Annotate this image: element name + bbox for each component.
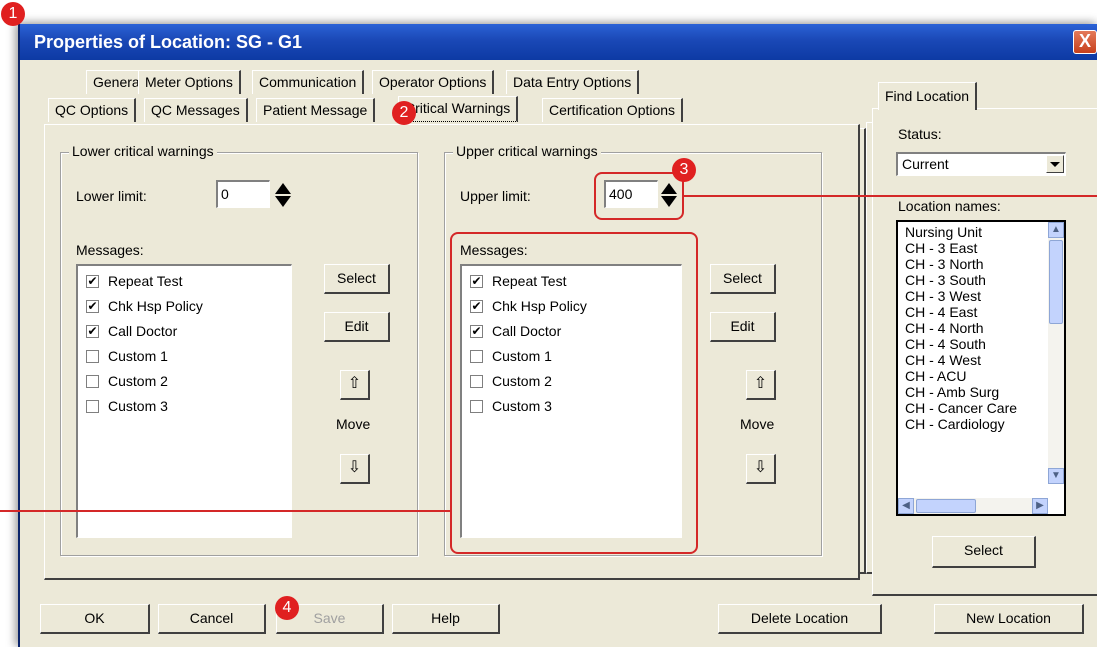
checkbox-icon[interactable]: ✔ bbox=[86, 299, 99, 313]
arrow-down-icon: ⇩ bbox=[753, 459, 768, 476]
location-list-item[interactable]: CH - 4 West bbox=[898, 352, 1048, 368]
checkbox-icon[interactable]: ✔ bbox=[86, 324, 99, 338]
lower-message-item[interactable]: Custom 3 bbox=[86, 395, 168, 417]
lower-select-button[interactable]: Select bbox=[324, 264, 390, 294]
lower-message-item[interactable]: ✔ Chk Hsp Policy bbox=[86, 295, 203, 317]
message-label: Chk Hsp Policy bbox=[108, 298, 203, 314]
arrow-down-icon: ⇩ bbox=[347, 459, 362, 476]
tab-meter-options[interactable]: Meter Options bbox=[138, 70, 241, 94]
location-names-items: Nursing Unit CH - 3 East CH - 3 North CH - … bbox=[898, 224, 1048, 486]
lower-message-item[interactable]: Custom 2 bbox=[86, 370, 168, 392]
callout-badge-4: 4 bbox=[275, 596, 299, 620]
lower-limit-input[interactable]: 0 bbox=[216, 180, 270, 208]
location-list-item[interactable]: CH - 4 South bbox=[898, 336, 1048, 352]
message-label: Custom 3 bbox=[108, 398, 168, 414]
location-names-list[interactable]: Nursing Unit CH - 3 East CH - 3 North CH - … bbox=[896, 220, 1066, 516]
location-list-item[interactable]: CH - Cancer Care bbox=[898, 400, 1048, 416]
tab-communication[interactable]: Communication bbox=[252, 70, 365, 94]
location-list-item[interactable]: CH - 3 North bbox=[898, 256, 1048, 272]
tab-data-entry-options[interactable]: Data Entry Options bbox=[506, 70, 640, 94]
lower-messages-label: Messages: bbox=[76, 242, 144, 258]
message-label: Call Doctor bbox=[108, 323, 178, 339]
message-label: Repeat Test bbox=[108, 273, 183, 289]
upper-move-label: Move bbox=[740, 416, 775, 432]
upper-move-down-button[interactable]: ⇩ bbox=[746, 454, 776, 484]
location-list-item[interactable]: CH - 3 West bbox=[898, 288, 1048, 304]
lower-message-item[interactable]: ✔ Repeat Test bbox=[86, 270, 182, 292]
ok-button[interactable]: OK bbox=[40, 604, 150, 634]
lower-message-item[interactable]: ✔ Call Doctor bbox=[86, 320, 177, 342]
lower-move-down-button[interactable]: ⇩ bbox=[340, 454, 370, 484]
upper-select-button[interactable]: Select bbox=[710, 264, 776, 294]
location-horizontal-scrollbar[interactable]: ◀ ▶ bbox=[898, 498, 1048, 514]
close-icon: X bbox=[1078, 31, 1091, 51]
upper-move-up-button[interactable]: ⇧ bbox=[746, 370, 776, 400]
status-value: Current bbox=[902, 156, 949, 172]
lower-move-label: Move bbox=[336, 416, 371, 432]
cancel-button[interactable]: Cancel bbox=[158, 604, 266, 634]
lower-group-legend: Lower critical warnings bbox=[69, 143, 217, 159]
location-list-item[interactable]: CH - ACU bbox=[898, 368, 1048, 384]
upper-limit-label: Upper limit: bbox=[460, 188, 531, 204]
find-select-button[interactable]: Select bbox=[932, 536, 1036, 568]
arrow-up-icon: ⇧ bbox=[347, 375, 362, 392]
lower-messages-list[interactable]: ✔ Repeat Test ✔ Chk Hsp Policy ✔ Call Doctor C… bbox=[76, 264, 292, 538]
lower-limit-label: Lower limit: bbox=[76, 188, 147, 204]
title-bar: Properties of Location: SG - G1 X bbox=[20, 24, 1097, 60]
location-list-item[interactable]: CH - 3 South bbox=[898, 272, 1048, 288]
tab-qc-options[interactable]: QC Options bbox=[48, 98, 137, 122]
callout-line-left bbox=[0, 510, 450, 512]
chevron-down-icon[interactable] bbox=[1046, 155, 1064, 173]
scroll-left-icon[interactable]: ◀ bbox=[898, 498, 914, 514]
message-label: Custom 2 bbox=[108, 373, 168, 389]
status-dropdown[interactable]: Current bbox=[896, 152, 1066, 176]
tab-patient-message[interactable]: Patient Message bbox=[256, 98, 376, 122]
callout-badge-1: 1 bbox=[1, 2, 25, 26]
lower-limit-spinner-icon[interactable] bbox=[274, 182, 292, 208]
checkbox-icon[interactable] bbox=[86, 374, 99, 388]
tab-certification-options[interactable]: Certification Options bbox=[542, 98, 684, 122]
checkbox-icon[interactable] bbox=[86, 399, 99, 413]
upper-limit-highlight bbox=[594, 172, 684, 220]
new-location-button[interactable]: New Location bbox=[934, 604, 1084, 634]
message-label: Custom 1 bbox=[108, 348, 168, 364]
checkbox-icon[interactable]: ✔ bbox=[86, 274, 99, 288]
delete-location-button[interactable]: Delete Location bbox=[718, 604, 882, 634]
scroll-down-icon[interactable]: ▼ bbox=[1048, 468, 1064, 484]
location-list-item[interactable]: Nursing Unit bbox=[898, 224, 1048, 240]
checkbox-icon[interactable] bbox=[86, 349, 99, 363]
location-names-label: Location names: bbox=[898, 198, 1001, 214]
location-list-item[interactable]: CH - 4 East bbox=[898, 304, 1048, 320]
window-title: Properties of Location: SG - G1 bbox=[34, 31, 303, 52]
tab-qc-messages[interactable]: QC Messages bbox=[144, 98, 248, 122]
status-label: Status: bbox=[898, 126, 942, 142]
location-list-item[interactable]: CH - 4 North bbox=[898, 320, 1048, 336]
lower-edit-button[interactable]: Edit bbox=[324, 312, 390, 342]
tab-find-location[interactable]: Find Location bbox=[878, 82, 978, 110]
help-button[interactable]: Help bbox=[392, 604, 500, 634]
callout-line-right bbox=[684, 195, 1097, 197]
location-list-item[interactable]: CH - Amb Surg bbox=[898, 384, 1048, 400]
location-list-item[interactable]: CH - 3 East bbox=[898, 240, 1048, 256]
upper-group-legend: Upper critical warnings bbox=[453, 143, 601, 159]
hscroll-thumb[interactable] bbox=[916, 499, 976, 513]
callout-badge-3: 3 bbox=[672, 158, 696, 182]
arrow-up-icon: ⇧ bbox=[753, 375, 768, 392]
upper-edit-button[interactable]: Edit bbox=[710, 312, 776, 342]
close-button[interactable]: X bbox=[1073, 30, 1097, 54]
callout-badge-2: 2 bbox=[392, 101, 416, 125]
lower-move-up-button[interactable]: ⇧ bbox=[340, 370, 370, 400]
scroll-up-icon[interactable]: ▲ bbox=[1048, 222, 1064, 238]
lower-message-item[interactable]: Custom 1 bbox=[86, 345, 168, 367]
scroll-right-icon[interactable]: ▶ bbox=[1032, 498, 1048, 514]
tab-operator-options[interactable]: Operator Options bbox=[372, 70, 495, 94]
location-vertical-scrollbar[interactable]: ▲ ▼ bbox=[1048, 222, 1064, 484]
tab-critical-warnings[interactable]: Critical Warnings bbox=[398, 96, 519, 122]
location-list-item[interactable]: CH - Cardiology bbox=[898, 416, 1048, 432]
scroll-thumb[interactable] bbox=[1049, 240, 1063, 324]
upper-messages-highlight bbox=[450, 232, 698, 554]
